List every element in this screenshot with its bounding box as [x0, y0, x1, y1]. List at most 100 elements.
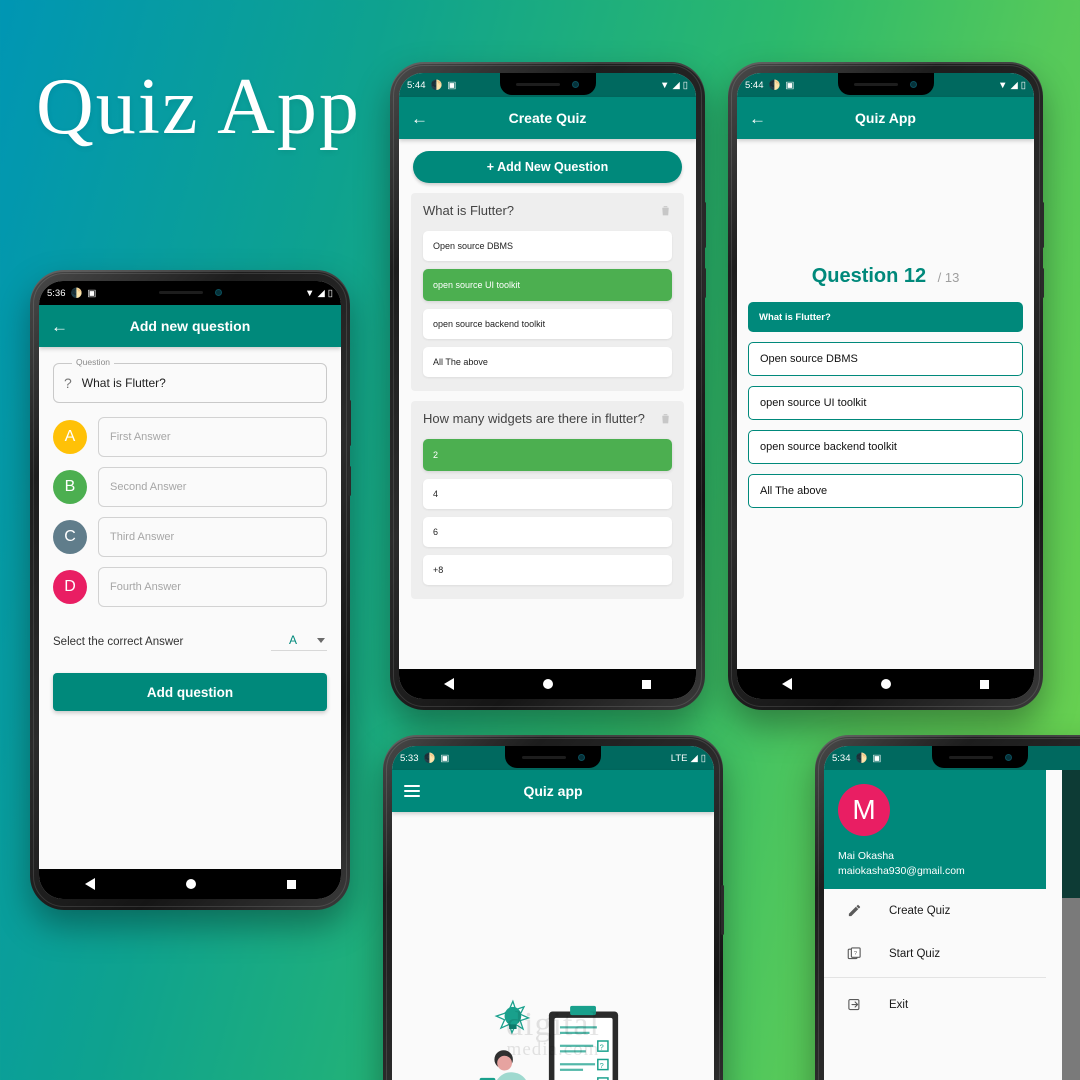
wifi-icon: ▼ [998, 79, 1008, 91]
quiz-illustration: digital media.com ?? [461, 993, 646, 1080]
volume-button[interactable] [703, 202, 706, 248]
option-item-correct[interactable]: open source UI toolkit [423, 269, 672, 301]
wifi-icon: ▼ [305, 287, 315, 299]
answer-option[interactable]: Open source DBMS [748, 342, 1023, 376]
option-item[interactable]: +8 [423, 555, 672, 585]
add-question-button[interactable]: Add question [53, 673, 327, 711]
fourth-answer-input[interactable]: Fourth Answer [98, 567, 327, 607]
battery-icon: ▯ [327, 287, 333, 299]
nav-home-icon[interactable] [185, 879, 196, 889]
option-item[interactable]: 4 [423, 479, 672, 509]
quiz-icon: ? [846, 946, 863, 961]
answer-option[interactable]: open source backend toolkit [748, 430, 1023, 464]
answer-row-a: A First Answer [53, 417, 327, 457]
first-answer-input[interactable]: First Answer [98, 417, 327, 457]
question-input[interactable]: Question ? What is Flutter? [53, 357, 327, 403]
power-button[interactable] [348, 466, 351, 496]
nav-back-icon[interactable] [443, 678, 454, 690]
notch [142, 281, 238, 303]
answer-row-d: D Fourth Answer [53, 567, 327, 607]
correct-answer-dropdown[interactable]: A [270, 633, 327, 651]
status-time: 5:34 [832, 752, 851, 764]
dnd-icon: 🌓 [70, 287, 83, 299]
nav-recents-icon[interactable] [642, 679, 652, 689]
app-bar-title: Quiz App [855, 110, 916, 126]
power-button[interactable] [703, 268, 706, 298]
volume-button[interactable] [721, 885, 724, 935]
volume-button[interactable] [348, 400, 351, 446]
avatar[interactable]: M [838, 784, 890, 836]
notch [505, 746, 601, 768]
exit-icon [846, 997, 863, 1012]
question-text: What is Flutter? [423, 203, 515, 218]
answer-badge-b: B [53, 470, 87, 504]
drawer-item-exit[interactable]: Exit [824, 980, 1046, 1026]
status-bar: 5:36 🌓 ▣ ▼ ◢ ▯ [39, 281, 341, 305]
status-time: 5:44 [407, 79, 426, 91]
option-item[interactable]: 6 [423, 517, 672, 547]
app-bar: ← Quiz App [737, 97, 1034, 139]
answer-option[interactable]: open source UI toolkit [748, 386, 1023, 420]
notch [499, 73, 596, 95]
option-item[interactable]: Open source DBMS [423, 231, 672, 261]
status-bar: 5:33 🌓 ▣ LTE ◢ ▯ [392, 746, 714, 770]
drawer-item-create-quiz[interactable]: Create Quiz [824, 889, 1046, 932]
sd-card-icon: ▣ [872, 752, 882, 764]
power-button[interactable] [1041, 268, 1044, 298]
drawer-scrim-background[interactable] [1062, 770, 1080, 1080]
answer-badge-c: C [53, 520, 87, 554]
sd-card-icon: ▣ [785, 79, 795, 91]
scrim-app-bar [1062, 770, 1080, 898]
screen-content: Question ? What is Flutter? A First Answ… [39, 347, 341, 869]
nav-recents-icon[interactable] [980, 679, 990, 689]
second-answer-input[interactable]: Second Answer [98, 467, 327, 507]
dnd-icon: 🌓 [855, 752, 868, 764]
hamburger-icon[interactable] [404, 785, 420, 797]
dnd-icon: 🌓 [430, 79, 443, 91]
nav-back-icon[interactable] [781, 678, 792, 690]
back-arrow-icon[interactable]: ← [411, 110, 428, 127]
question-card: What is Flutter? Open source DBMS open s… [411, 193, 684, 391]
option-item[interactable]: All The above [423, 347, 672, 377]
question-card: How many widgets are there in flutter? 2… [411, 401, 684, 599]
earpiece-speaker [948, 755, 993, 759]
front-camera [577, 753, 585, 761]
earpiece-speaker [516, 82, 560, 86]
delete-icon[interactable] [659, 203, 672, 223]
add-new-question-button[interactable]: + Add New Question [413, 151, 682, 183]
back-arrow-icon[interactable]: ← [749, 110, 766, 127]
nav-home-icon[interactable] [880, 679, 891, 689]
app-bar-title: Create Quiz [508, 110, 587, 126]
option-item[interactable]: open source backend toolkit [423, 309, 672, 339]
answer-option[interactable]: All The above [748, 474, 1023, 508]
nav-recents-icon[interactable] [286, 879, 296, 889]
third-answer-input[interactable]: Third Answer [98, 517, 327, 557]
sd-card-icon: ▣ [447, 79, 457, 91]
nav-back-icon[interactable] [84, 878, 95, 890]
battery-icon: ▯ [1020, 79, 1026, 91]
scrim-body [1062, 898, 1080, 1080]
volume-button[interactable] [1041, 202, 1044, 248]
question-progress: Question 12 / 13 [737, 265, 1034, 288]
delete-icon[interactable] [659, 411, 672, 431]
correct-answer-value: A [288, 633, 297, 647]
answer-row-c: C Third Answer [53, 517, 327, 557]
status-time: 5:44 [745, 79, 764, 91]
status-bar: 5:44 🌓 ▣ ▼ ◢ ▯ [737, 73, 1034, 97]
earpiece-speaker [158, 290, 203, 294]
answer-row-b: B Second Answer [53, 467, 327, 507]
question-card-header: How many widgets are there in flutter? [423, 411, 672, 431]
network-type: LTE [670, 752, 688, 764]
pencil-icon [846, 903, 863, 918]
status-time: 5:36 [47, 287, 66, 299]
drawer-panel: M Mai Okasha maiokasha930@gmail.com Crea… [824, 770, 1046, 1080]
drawer-item-label: Start Quiz [889, 947, 941, 960]
sd-card-icon: ▣ [440, 752, 450, 764]
question-mark-icon: ? [64, 375, 72, 391]
chevron-down-icon [317, 637, 325, 643]
option-item-correct[interactable]: 2 [423, 439, 672, 471]
phone-screen: 5:44 🌓 ▣ ▼ ◢ ▯ ← Create Quiz + Add New Q… [399, 73, 696, 699]
nav-home-icon[interactable] [542, 679, 553, 689]
drawer-item-start-quiz[interactable]: ? Start Quiz [824, 932, 1046, 975]
back-arrow-icon[interactable]: ← [51, 318, 68, 335]
